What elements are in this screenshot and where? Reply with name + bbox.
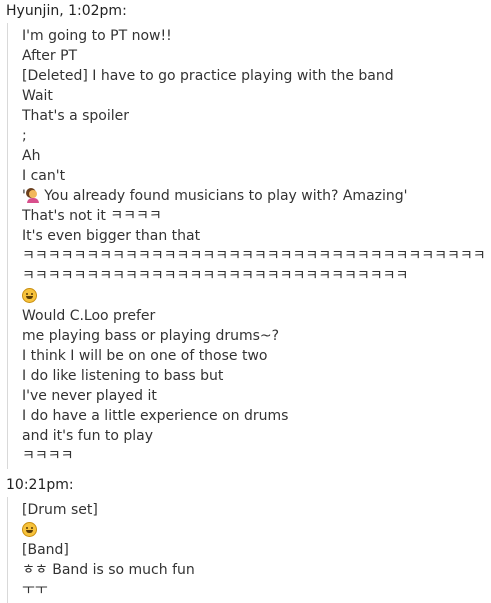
message-line: [Deleted] I have to go practice playing … (22, 68, 394, 84)
person-raising-hand-icon (26, 188, 40, 203)
message-line: I can't (22, 168, 66, 184)
message-block: [Drum set] [Band] ㅎㅎ Band is so much fun… (7, 497, 486, 603)
message-line: After PT (22, 48, 78, 64)
message-line: ㅋㅋㅋㅋㅋㅋㅋㅋㅋㅋㅋㅋㅋㅋㅋㅋㅋㅋㅋㅋㅋㅋㅋㅋㅋㅋㅋㅋㅋㅋ (22, 268, 409, 284)
quote-text: You already found musicians to play with… (39, 188, 408, 204)
emoji-line (22, 520, 486, 540)
message-line: ㅎㅎ Band is so much fun (22, 562, 195, 578)
message-line: [Drum set] (22, 502, 98, 518)
grinning-face-icon (22, 522, 37, 537)
message-block: I'm going to PT now!! After PT [Deleted]… (7, 23, 486, 469)
message-line: That's not it ㅋㅋㅋㅋ (22, 208, 162, 224)
message-line: I do like listening to bass but (22, 368, 224, 384)
message-header: Hyunjin, 1:02pm: (6, 3, 127, 19)
message-line: It's even bigger than that (22, 228, 201, 244)
chat-log: Hyunjin, 1:02pm: I'm going to PT now!! A… (0, 1, 491, 603)
grinning-squinting-face-icon (22, 288, 37, 303)
message-line: [Band] (22, 542, 69, 558)
message-line: ㅜㅜ (22, 582, 48, 598)
message-line: I think I will be on one of those two (22, 348, 268, 364)
message-line: I've never played it (22, 388, 157, 404)
message-header: 10:21pm: (6, 477, 74, 493)
message-line: me playing bass or playing drums~? (22, 328, 280, 344)
message-line: That's a spoiler (22, 108, 130, 124)
emoji-line (22, 286, 486, 306)
message-line: and it's fun to play (22, 428, 154, 444)
message-line: Ah (22, 148, 41, 164)
message-line: I do have a little experience on drums (22, 408, 289, 424)
message-line: ㅋㅋㅋㅋㅋㅋㅋㅋㅋㅋㅋㅋㅋㅋㅋㅋㅋㅋㅋㅋㅋㅋㅋㅋㅋㅋㅋㅋㅋㅋㅋㅋㅋㅋㅋㅋㅋ (22, 248, 486, 264)
message-line: ; (22, 128, 27, 144)
message-line: I'm going to PT now!! (22, 28, 172, 44)
message-line: Wait (22, 88, 53, 104)
message-line: ㅋㅋㅋㅋ (22, 448, 74, 464)
message-line: ' You already found musicians to play wi… (22, 186, 486, 206)
message-line: Would C.Loo prefer (22, 308, 156, 324)
